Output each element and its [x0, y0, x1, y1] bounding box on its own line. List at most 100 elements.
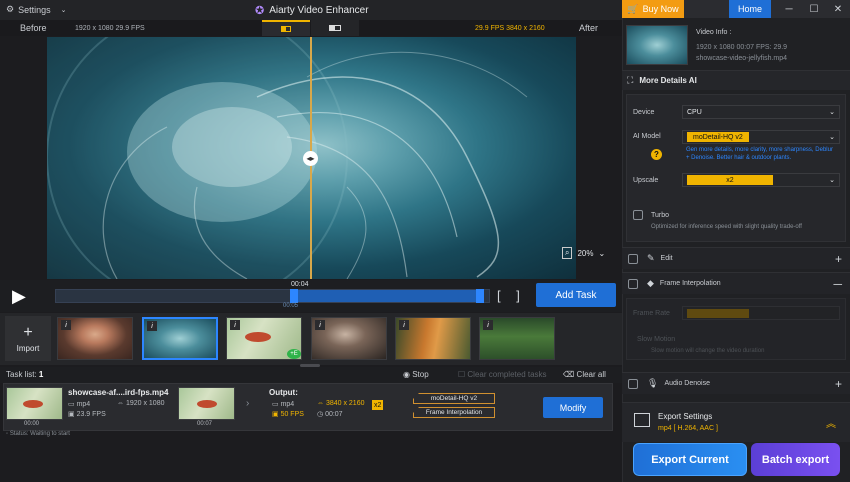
out-resolution-value: 3840 x 2160 — [325, 400, 365, 407]
device-value: CPU — [687, 108, 702, 116]
ai-model-label: AI Model — [633, 133, 661, 140]
plus-icon[interactable]: + — [835, 252, 842, 266]
modify-button[interactable]: Modify — [543, 397, 603, 418]
settings-menu[interactable]: ⚙ Settings ⌄ — [6, 4, 66, 15]
close-icon[interactable]: ✕ — [825, 0, 850, 18]
chevron-down-icon: ⌄ — [829, 134, 835, 141]
thumbnail-forest-lake[interactable]: i — [479, 317, 555, 360]
help-icon[interactable]: ? — [651, 149, 662, 160]
fps-icon: ▣ — [272, 411, 279, 418]
out-time-value: 00:07 — [325, 411, 343, 418]
buy-now-label: Buy Now — [642, 4, 679, 14]
audio-denoise-section[interactable]: 🎙 Audio Denoise + — [622, 372, 850, 394]
thumbnail-portrait-girl[interactable]: i — [311, 317, 387, 360]
broom-icon: ⌫ — [563, 370, 575, 379]
trim-brackets-icon[interactable]: [ ] — [497, 288, 526, 303]
task-time-in: 00:00 — [24, 421, 40, 427]
minus-icon[interactable]: ─ — [833, 277, 842, 291]
status-dot-icon: ◦ — [6, 431, 9, 437]
zoom-value: 20% — [577, 248, 594, 258]
clock-icon: ◷ — [317, 411, 324, 418]
app-logo-icon: ✪ — [255, 5, 265, 17]
frame-interp-section[interactable]: ◆ Frame Interpolation ─ — [622, 272, 850, 294]
current-time: 00:04 — [291, 281, 309, 288]
edit-section[interactable]: ✎ Edit + — [622, 247, 850, 269]
timeline-selection[interactable] — [296, 290, 482, 302]
turbo-option[interactable]: Turbo — [633, 210, 669, 220]
frame-rate-value-bar — [687, 309, 749, 318]
cart-icon: 🛒 — [627, 3, 639, 14]
buy-now-button[interactable]: 🛒 Buy Now — [622, 0, 684, 18]
export-settings[interactable]: Export Settings mp4 [ H.264, AAC ] ︽ — [622, 402, 850, 442]
task-list-label: Task list: 1 — [6, 370, 43, 379]
info-icon[interactable]: i — [147, 321, 157, 331]
ai-section-header: ⛶ More Details AI — [622, 70, 850, 90]
stop-label: Stop — [412, 370, 429, 379]
divider-handle-icon[interactable]: ◂▸ — [303, 151, 318, 166]
frame-rate-select — [682, 306, 840, 320]
task-status: ◦ Status: Waiting to start — [6, 431, 70, 437]
frame-interp-icon: ◆ — [647, 278, 654, 288]
task-list-text: Task list: — [6, 370, 37, 379]
stop-button[interactable]: ◉ Stop — [403, 370, 429, 379]
trim-start-handle[interactable] — [290, 289, 298, 303]
out-fps: ▣ 50 FPS — [272, 410, 304, 418]
import-button[interactable]: + Import — [5, 316, 51, 361]
zoom-control[interactable]: ⌕ 20% ⌄ — [562, 247, 605, 259]
info-icon[interactable]: i — [61, 320, 71, 330]
device-select[interactable]: CPU ⌄ — [682, 105, 840, 119]
format-icon: ▭ — [68, 401, 75, 408]
info-icon[interactable]: i — [483, 320, 493, 330]
thumbnail-jellyfish-selected[interactable]: i — [142, 317, 218, 360]
audio-denoise-label: Audio Denoise — [664, 380, 710, 387]
side-by-side-toggle[interactable] — [311, 20, 359, 36]
magnifier-icon: ⌕ — [562, 247, 573, 259]
info-icon[interactable]: i — [399, 320, 409, 330]
task-format: ▭ mp4 — [68, 400, 90, 408]
maximize-icon[interactable]: ☐ — [801, 0, 827, 18]
task-resolution-value: 1920 x 1080 — [125, 400, 165, 407]
clear-completed-button[interactable]: ☐ Clear completed tasks — [458, 370, 547, 379]
export-settings-value: mp4 [ H.264, AAC ] — [658, 425, 718, 432]
add-task-button[interactable]: Add Task — [536, 283, 616, 307]
info-icon[interactable]: i — [230, 320, 240, 330]
video-preview[interactable]: ◂▸ — [47, 37, 576, 279]
thumbnail-tiger[interactable]: i — [395, 317, 471, 360]
settings-label: Settings — [18, 4, 51, 15]
chevron-up-icon[interactable]: ︽ — [826, 415, 836, 430]
task-resolution: ⇔ 1920 x 1080 — [117, 400, 165, 407]
frame-interp-label: Frame Interpolation — [659, 280, 721, 287]
title-bar: ⚙ Settings ⌄ ✪ Aiarty Video Enhancer — [0, 0, 622, 20]
ai-model-select[interactable]: moDetail-HQ v2 ⌄ — [682, 130, 840, 144]
task-time-out: 00:07 — [197, 421, 213, 427]
app-title-text: Aiarty Video Enhancer — [269, 5, 369, 16]
frame-interp-checkbox[interactable] — [628, 278, 638, 289]
audio-denoise-checkbox[interactable] — [628, 378, 638, 389]
fps-icon: ▣ — [68, 411, 75, 418]
upscale-select[interactable]: x2 ⌄ — [682, 173, 840, 187]
turbo-desc: Optimized for inference speed with sligh… — [651, 224, 802, 230]
compare-header: Before 1920 x 1080 29.9 FPS 29.9 FPS 384… — [0, 20, 622, 36]
gear-icon: ⚙ — [6, 4, 15, 14]
slow-motion-label: Slow Motion — [637, 336, 676, 343]
chevron-down-icon: ⌄ — [60, 6, 67, 14]
edit-checkbox[interactable] — [628, 253, 638, 264]
home-button[interactable]: Home — [729, 0, 771, 18]
split-view-toggle[interactable] — [262, 20, 310, 36]
scale-badge: x2 — [372, 400, 384, 410]
trim-end-handle[interactable] — [476, 289, 484, 303]
thumbnail-portrait-woman[interactable]: i — [57, 317, 133, 360]
turbo-checkbox[interactable] — [633, 210, 643, 220]
app-title: ✪ Aiarty Video Enhancer — [255, 4, 369, 17]
stop-icon: ◉ — [403, 370, 410, 379]
play-icon[interactable]: ▶ — [12, 286, 30, 306]
output-label: Output: — [269, 388, 298, 397]
info-icon[interactable]: i — [315, 320, 325, 330]
minimize-icon[interactable]: ─ — [776, 0, 802, 18]
plus-icon[interactable]: + — [835, 377, 842, 391]
export-current-button[interactable]: Export Current — [633, 443, 747, 476]
thumbnail-hummingbird[interactable]: i +E — [226, 317, 302, 360]
batch-export-button[interactable]: Batch export — [751, 443, 840, 476]
clear-all-button[interactable]: ⌫ Clear all — [563, 370, 606, 379]
task-output-thumbnail — [178, 387, 235, 420]
